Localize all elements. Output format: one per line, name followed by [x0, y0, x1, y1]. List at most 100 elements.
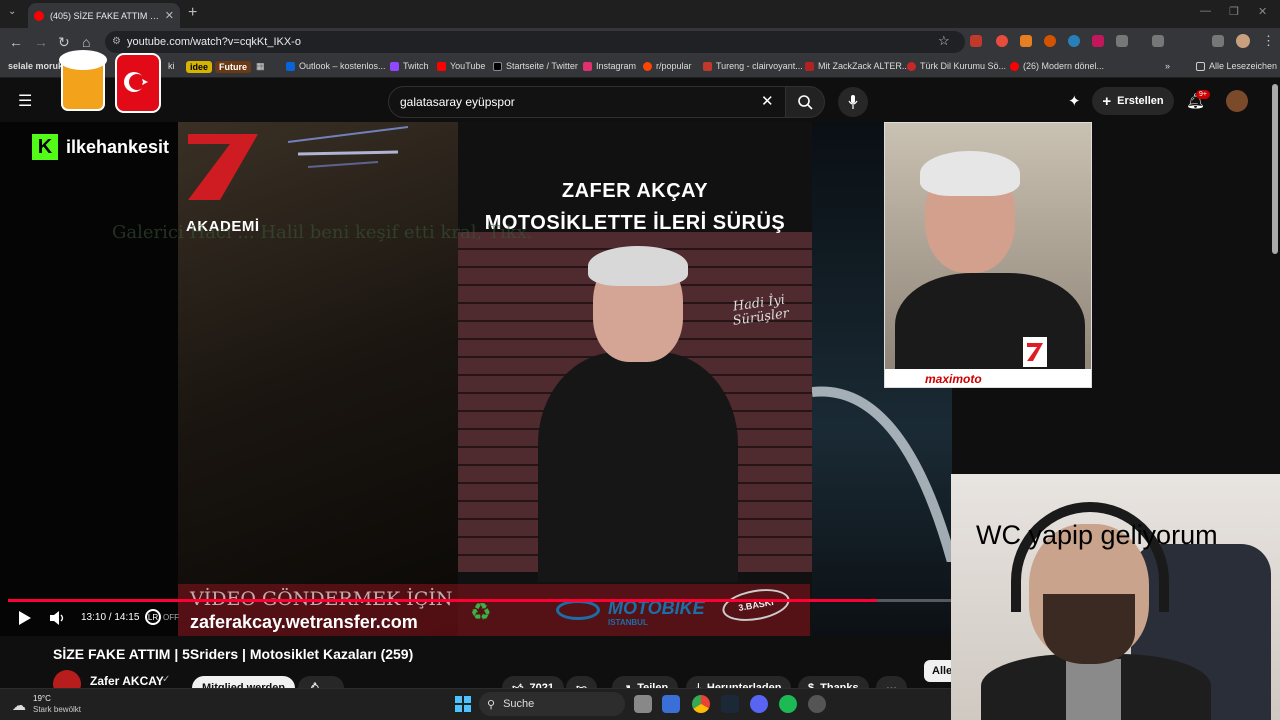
banner-line2: zaferakcay.wetransfer.com — [190, 612, 418, 632]
store-icon[interactable] — [662, 695, 680, 713]
extension-icon[interactable] — [1020, 35, 1032, 47]
browser-tab-active[interactable]: (405) SİZE FAKE ATTIM | 5Sriders ✕ — [28, 3, 180, 28]
close-tab-icon[interactable]: ✕ — [165, 9, 174, 22]
bookmark-item[interactable]: Startseite / Twitter — [493, 61, 578, 71]
bookmark-item[interactable]: Mit ZackZack ALTER... — [805, 61, 909, 71]
create-button[interactable]: + Erstellen — [1092, 87, 1174, 115]
extension-icon[interactable] — [1068, 35, 1080, 47]
bookmark-item[interactable]: Instagram — [583, 61, 636, 71]
faded-subtitle-text: Galerici Hacı ... Halil beni keşif etti … — [112, 222, 533, 243]
sponsor-city: ISTANBUL — [608, 618, 648, 627]
taskbar-search-label: Suche — [503, 698, 535, 710]
bookmark-item[interactable]: Türk Dil Kurumu Sö... — [907, 61, 1006, 71]
extension-icon[interactable] — [970, 35, 982, 47]
close-window-icon[interactable]: ✕ — [1258, 5, 1267, 18]
url-text: youtube.com/watch?v=cqkKt_IKX-o — [127, 36, 301, 48]
search-icon: ⚲ — [487, 698, 496, 711]
page-scrollbar[interactable] — [1272, 84, 1278, 254]
all-bookmarks-folder[interactable]: Alle Lesezeichen — [1196, 61, 1277, 71]
taskbar-search[interactable]: ⚲ Suche — [479, 692, 625, 716]
tab-title: (405) SİZE FAKE ATTIM | 5Sriders — [50, 10, 161, 21]
kick-channel-logo: K ilkehankesit — [32, 134, 169, 160]
temperature: 19°C — [33, 694, 51, 703]
spotify-icon[interactable] — [779, 695, 797, 713]
subtitle-toggle-state: OFF — [163, 613, 179, 622]
steam-icon[interactable] — [721, 695, 739, 713]
verified-check-icon: ✓ — [162, 674, 171, 685]
bookmark-item[interactable]: Tureng - clairvoyant... — [703, 61, 803, 71]
maximize-icon[interactable]: ❐ — [1229, 5, 1239, 18]
presenter-photo — [538, 246, 738, 582]
bookmark-item[interactable]: (26) Modern dönel... — [1010, 61, 1104, 71]
maximoto-brand: maximoto — [885, 369, 1091, 387]
bookmark-item[interactable]: selale moruk — [8, 61, 63, 71]
za-akademi-logo-icon — [188, 134, 258, 200]
hamburger-menu-icon[interactable]: ☰ — [18, 91, 32, 111]
submission-banner: VİDEO GÖNDERMEK İÇİN zaferakcay.wetransf… — [178, 584, 810, 636]
kick-logo-icon: K — [32, 134, 58, 160]
volume-icon[interactable] — [50, 611, 66, 625]
obs-icon[interactable] — [808, 695, 826, 713]
task-view-icon[interactable] — [634, 695, 652, 713]
bookmark-item[interactable]: ki — [168, 61, 175, 71]
bookmark-item[interactable]: Twitch — [390, 61, 429, 71]
apps-grid-icon[interactable]: ▦ — [256, 61, 265, 72]
forward-icon[interactable]: → — [34, 34, 48, 50]
thumbnail-panel: ZAFER AKÇAY MOTOSİKLETTE İLERİ SÜRÜŞ Had… — [458, 122, 812, 636]
search-query: galatasaray eyüpspor — [400, 95, 515, 109]
playback-time: 13:10 / 14:15 — [81, 612, 140, 623]
bookmark-item[interactable]: Outlook – kostenlos... — [286, 61, 386, 71]
weather-widget[interactable]: ☁ 19°C Stark bewölkt — [12, 693, 132, 717]
channel-name[interactable]: Zafer AKCAY — [90, 674, 164, 688]
bookmarks-overflow-icon[interactable]: » — [1165, 61, 1170, 71]
back-icon[interactable]: ← — [9, 34, 23, 50]
profile-avatar[interactable] — [1236, 34, 1250, 48]
voice-search-button[interactable] — [838, 87, 868, 117]
headset-icon — [1011, 502, 1169, 612]
clear-search-icon[interactable]: ✕ — [761, 92, 774, 110]
video-title: SİZE FAKE ATTIM | 5Sriders | Motosiklet … — [53, 646, 414, 662]
cloud-icon: ☁ — [12, 697, 26, 713]
microphone-icon — [848, 95, 858, 109]
bookmark-star-icon[interactable]: ☆ — [938, 33, 950, 49]
tab-search-icon[interactable] — [1212, 35, 1224, 47]
ai-sparkle-icon[interactable]: ✦ — [1068, 92, 1081, 110]
new-tab-icon[interactable]: + — [188, 4, 197, 22]
create-label: Erstellen — [1117, 95, 1164, 107]
youtube-avatar[interactable] — [1226, 90, 1248, 112]
weather-condition: Stark bewölkt — [33, 705, 82, 714]
sidebar-icon[interactable] — [1152, 35, 1164, 47]
motorcycle-curve — [812, 386, 952, 562]
bookmark-item[interactable]: r/popular — [643, 61, 692, 71]
bookmark-item[interactable]: YouTube — [437, 61, 485, 71]
webcam-caption: WC yapip geliyorum — [976, 520, 1218, 550]
za-badge-icon — [1023, 337, 1047, 367]
bookmark-item[interactable]: idee — [186, 61, 213, 73]
video-progress-fill — [8, 599, 878, 602]
video-progress-bar[interactable] — [8, 599, 952, 602]
windows-start-icon[interactable] — [455, 696, 471, 712]
extension-icon[interactable] — [1092, 35, 1104, 47]
video-player[interactable]: ZAFER AKÇAY MOTOSİKLETTE İLERİ SÜRÜŞ Had… — [0, 122, 952, 636]
extension-icon[interactable] — [1044, 35, 1056, 47]
youtube-favicon-icon — [34, 10, 44, 21]
streamer-webcam — [951, 474, 1280, 720]
site-info-icon[interactable]: ⚙ — [112, 36, 121, 47]
extension-icon[interactable] — [996, 35, 1008, 47]
minimize-icon[interactable]: — — [1200, 5, 1211, 17]
menu-icon[interactable]: ⋮ — [1262, 33, 1275, 49]
bookmark-item[interactable]: Future — [215, 61, 251, 73]
chrome-icon[interactable] — [692, 695, 710, 713]
play-icon[interactable] — [18, 611, 32, 625]
search-input[interactable]: galatasaray eyüpspor ✕ — [388, 86, 786, 118]
picture-in-picture-inset: maximoto — [884, 122, 1092, 388]
search-button[interactable] — [785, 86, 825, 118]
tab-list-icon[interactable]: ⌄ — [8, 6, 16, 17]
puzzle-icon[interactable] — [1116, 35, 1128, 47]
address-bar[interactable]: youtube.com/watch?v=cqkKt_IKX-o — [105, 31, 965, 53]
bookmarks-bar: selale moruk ki idee Future ▦ Outlook – … — [0, 56, 1280, 78]
plus-icon: + — [1102, 92, 1112, 110]
motobike-logo-icon — [556, 600, 600, 620]
subtitle-toggle-icon[interactable]: LR — [145, 609, 161, 625]
discord-icon[interactable] — [750, 695, 768, 713]
